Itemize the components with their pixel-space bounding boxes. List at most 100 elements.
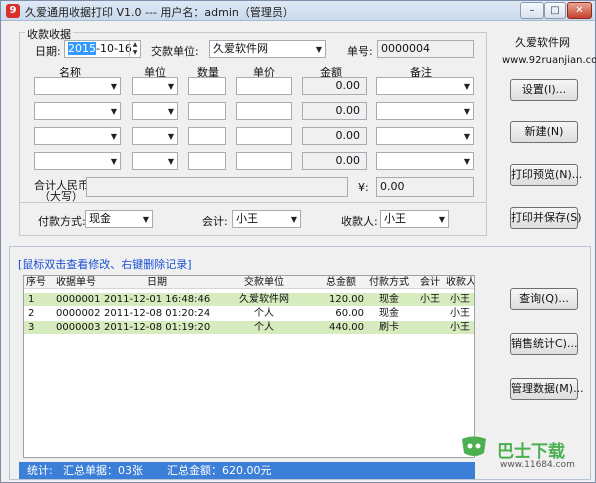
item-note-combo[interactable]: ▼: [376, 102, 474, 120]
number-label: 单号:: [347, 45, 373, 58]
item-price-input[interactable]: [236, 77, 292, 95]
cell-receiver: 小王: [450, 322, 470, 333]
table-row[interactable]: 1 0000001 2011-12-01 16:48:46 久爱软件网 120.…: [24, 293, 474, 306]
cell-date: 2011-12-08 01:19:20: [104, 322, 211, 333]
cell-receiver: 小王: [450, 294, 470, 305]
header-pay-method: 付款方式: [369, 277, 409, 288]
item-note-combo[interactable]: ▼: [376, 77, 474, 95]
cell-receipt-no: 0000002: [56, 308, 101, 319]
cell-date: 2011-12-08 01:20:24: [104, 308, 211, 319]
item-qty-input[interactable]: [188, 152, 226, 170]
item-amount-field: 0.00: [302, 127, 367, 145]
header-receipt-no: 收据单号: [56, 277, 96, 288]
header-payer: 交款单位: [244, 277, 284, 288]
manage-data-button[interactable]: 管理数据(M)...: [510, 378, 584, 400]
chevron-down-icon: ▼: [142, 215, 149, 224]
item-name-combo[interactable]: ▼: [34, 102, 121, 120]
chevron-down-icon: ▼: [110, 107, 117, 116]
header-total: 总金额: [326, 277, 356, 288]
item-name-combo[interactable]: ▼: [34, 127, 121, 145]
chevron-down-icon: ▼: [110, 132, 117, 141]
cell-payer: 个人: [254, 308, 274, 319]
item-note-combo[interactable]: ▼: [376, 127, 474, 145]
header-date: 日期: [147, 277, 167, 288]
receiver-combo[interactable]: 小王 ▼: [380, 210, 449, 228]
item-price-input[interactable]: [236, 102, 292, 120]
cell-index: 1: [28, 294, 35, 305]
item-note-combo[interactable]: ▼: [376, 152, 474, 170]
payer-value: 久爱软件网: [213, 42, 268, 55]
chevron-down-icon: ▼: [167, 132, 174, 141]
chevron-down-icon: ▼: [167, 107, 174, 116]
cell-receipt-no: 0000001: [56, 294, 101, 305]
chevron-down-icon: ▼: [463, 107, 470, 116]
item-price-input[interactable]: [236, 152, 292, 170]
cell-total: 120.00: [329, 294, 364, 305]
new-button[interactable]: 新建(N): [510, 121, 578, 143]
table-row[interactable]: 3 0000003 2011-12-08 01:19:20 个人 440.00 …: [24, 321, 474, 334]
receiver-label: 收款人:: [341, 215, 378, 228]
item-qty-input[interactable]: [188, 77, 226, 95]
chevron-down-icon: ▼: [290, 215, 297, 224]
item-qty-input[interactable]: [188, 127, 226, 145]
chevron-down-icon: ▼: [463, 157, 470, 166]
number-field[interactable]: 0000004: [377, 40, 474, 58]
item-name-combo[interactable]: ▼: [34, 152, 121, 170]
divider: [20, 202, 486, 203]
item-amount-field: 0.00: [302, 152, 367, 170]
header-index: 序号: [26, 277, 46, 288]
item-unit-combo[interactable]: ▼: [132, 152, 178, 170]
minimize-button[interactable]: –: [520, 2, 544, 19]
app-icon: 9: [6, 4, 20, 18]
header-receiver: 收款人: [446, 277, 474, 288]
item-name-combo[interactable]: ▼: [34, 77, 121, 95]
close-button[interactable]: ✕: [567, 2, 592, 19]
cell-index: 3: [28, 322, 35, 333]
chevron-down-icon: ▼: [110, 157, 117, 166]
pay-method-combo[interactable]: 现金 ▼: [85, 210, 153, 228]
settings-button[interactable]: 设置(I)...: [510, 79, 578, 101]
brand-name: 久爱软件网: [515, 36, 570, 49]
item-amount-field: 0.00: [302, 102, 367, 120]
item-price-input[interactable]: [236, 127, 292, 145]
table-row[interactable]: 2 0000002 2011-12-08 01:20:24 个人 60.00 现…: [24, 307, 474, 320]
chevron-down-icon: ▼: [167, 157, 174, 166]
cell-total: 440.00: [329, 322, 364, 333]
payer-combo[interactable]: 久爱软件网 ▼: [209, 40, 326, 58]
date-spin-icon[interactable]: ▲ ▼: [129, 41, 140, 57]
item-unit-combo[interactable]: ▼: [132, 77, 178, 95]
watermark-text: 巴士下载: [497, 442, 565, 462]
cell-pay-method: 现金: [379, 308, 399, 319]
header-accountant: 会计: [420, 277, 440, 288]
cell-payer: 久爱软件网: [239, 294, 289, 305]
item-unit-combo[interactable]: ▼: [132, 127, 178, 145]
website-text: www.92ruanjian.com: [502, 55, 596, 66]
receiver-value: 小王: [384, 212, 406, 225]
cell-receipt-no: 0000003: [56, 322, 101, 333]
cell-index: 2: [28, 308, 35, 319]
cell-accountant: [414, 321, 446, 334]
date-picker[interactable]: 2015-10-16 ▲ ▼: [64, 40, 141, 58]
accountant-value: 小王: [236, 212, 258, 225]
query-button[interactable]: 查询(Q)...: [510, 288, 578, 310]
maximize-button[interactable]: □: [544, 2, 566, 19]
accountant-label: 会计:: [202, 215, 228, 228]
cell-pay-method: 刷卡: [379, 322, 399, 333]
chevron-down-icon: ▼: [167, 82, 174, 91]
pay-method-value: 现金: [89, 212, 111, 225]
sales-stats-button[interactable]: 销售统计C)...: [510, 333, 578, 355]
records-hint: [鼠标双击查看修改、右键删除记录]: [18, 258, 192, 271]
chevron-down-icon: ▼: [438, 215, 445, 224]
item-unit-combo[interactable]: ▼: [132, 102, 178, 120]
total-amount-field: 0.00: [376, 177, 474, 197]
date-month-day: -10-16: [96, 42, 132, 55]
print-save-button[interactable]: 打印并保存(S): [510, 207, 582, 229]
cell-total: 60.00: [335, 308, 364, 319]
accountant-combo[interactable]: 小王 ▼: [232, 210, 301, 228]
yen-label: ¥:: [358, 181, 369, 194]
item-qty-input[interactable]: [188, 102, 226, 120]
status-label: 统计:: [27, 464, 53, 477]
chevron-down-icon: ▼: [463, 132, 470, 141]
print-preview-button[interactable]: 打印预览(N)...: [510, 164, 582, 186]
records-table[interactable]: 序号 收据单号 日期 交款单位 总金额 付款方式 会计 收款人 1 000000…: [23, 275, 475, 458]
